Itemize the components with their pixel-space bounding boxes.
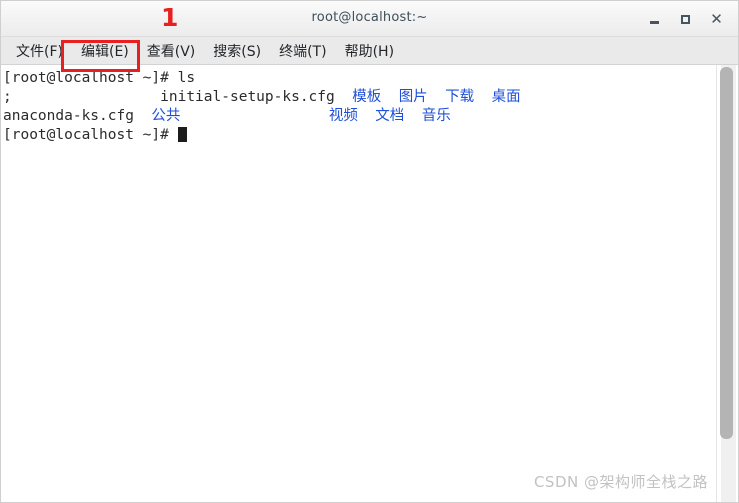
menu-item-terminal[interactable]: 终端(T) xyxy=(270,39,335,63)
terminal-text: anaconda-ks.cfg xyxy=(3,108,134,124)
line-listing-1: ; initial-setup-ks.cfg 模板 图片 下载 桌面 xyxy=(3,88,716,107)
directory-name: 文档 xyxy=(375,108,405,124)
minimize-button[interactable] xyxy=(639,4,670,34)
directory-name: 音乐 xyxy=(421,108,451,124)
directory-name: 模板 xyxy=(352,89,382,105)
line-listing-2: anaconda-ks.cfg 公共 视频 文档 音乐 xyxy=(3,107,716,126)
terminal-text: ; xyxy=(3,89,12,105)
minimize-icon xyxy=(650,21,659,24)
terminal-content-area[interactable]: [root@localhost ~]# ls; initial-setup-ks… xyxy=(1,65,738,502)
close-button[interactable]: ✕ xyxy=(701,4,732,34)
window-controls: ✕ xyxy=(639,1,732,37)
line-prompt-ls: [root@localhost ~]# ls xyxy=(3,69,716,88)
line-prompt-cursor: [root@localhost ~]# xyxy=(3,126,716,145)
terminal-text: [root@localhost ~]# xyxy=(3,127,178,143)
terminal-text: [root@localhost ~]# ls xyxy=(3,70,196,86)
annotation-number-1: 1 xyxy=(161,3,179,32)
maximize-icon xyxy=(681,14,690,24)
menu-item-edit[interactable]: 编辑(E) xyxy=(72,39,138,63)
maximize-button[interactable] xyxy=(670,4,701,34)
scrollbar-trough[interactable] xyxy=(720,65,736,502)
directory-name: 视频 xyxy=(328,108,358,124)
menu-item-search[interactable]: 搜索(S) xyxy=(204,39,270,63)
terminal-cursor xyxy=(177,127,187,142)
directory-name: 桌面 xyxy=(491,89,521,105)
window-title: root@localhost:~ xyxy=(311,10,428,25)
terminal-window: root@localhost:~ 1 ✕ 文件(F) 编辑(E) 查看(V) 搜… xyxy=(0,0,739,503)
terminal-output[interactable]: [root@localhost ~]# ls; initial-setup-ks… xyxy=(1,65,716,502)
terminal-scrollbar[interactable] xyxy=(716,65,738,502)
window-titlebar[interactable]: root@localhost:~ 1 ✕ xyxy=(1,1,738,37)
directory-name: 图片 xyxy=(398,89,428,105)
csdn-watermark: CSDN @架构师全栈之路 xyxy=(533,473,708,491)
directory-name: 下载 xyxy=(445,89,475,105)
close-icon: ✕ xyxy=(710,9,723,28)
menubar: 文件(F) 编辑(E) 查看(V) 搜索(S) 终端(T) 帮助(H) xyxy=(1,37,738,72)
menu-item-help[interactable]: 帮助(H) xyxy=(336,39,403,63)
scrollbar-thumb[interactable] xyxy=(720,67,733,439)
terminal-text: initial-setup-ks.cfg xyxy=(160,89,335,105)
menu-item-file[interactable]: 文件(F) xyxy=(7,39,72,63)
menu-item-view[interactable]: 查看(V) xyxy=(138,39,205,63)
directory-name: 公共 xyxy=(151,108,181,124)
